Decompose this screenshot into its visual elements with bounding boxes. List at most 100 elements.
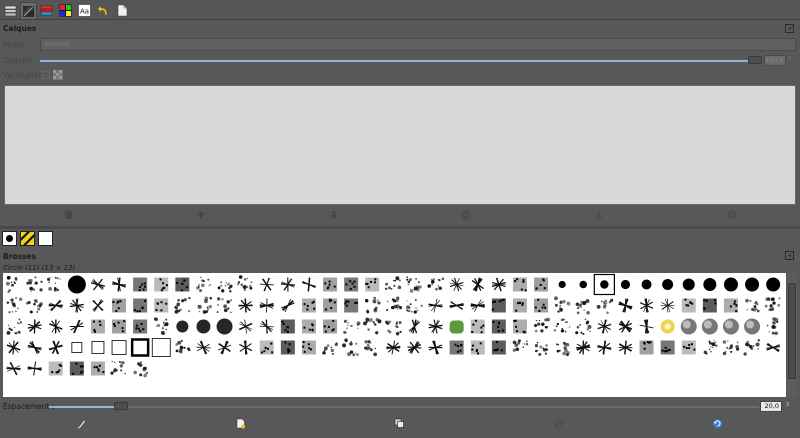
- brush-thumbnail[interactable]: [406, 299, 423, 314]
- duplicate-brush-icon[interactable]: [394, 418, 405, 429]
- brush-thumbnail[interactable]: [69, 298, 84, 313]
- brush-thumbnail[interactable]: [680, 318, 697, 335]
- brush-thumbnail[interactable]: [342, 319, 361, 334]
- edit-brush-icon[interactable]: [76, 418, 87, 429]
- brush-thumbnail[interactable]: [176, 320, 189, 333]
- brush-thumbnail[interactable]: [216, 297, 233, 314]
- brush-thumbnail[interactable]: [91, 341, 105, 354]
- brush-thumbnail[interactable]: [385, 320, 402, 336]
- brush-thumbnail[interactable]: [660, 319, 675, 334]
- brush-thumbnail[interactable]: [90, 319, 105, 334]
- brush-thumbnail[interactable]: [236, 275, 253, 292]
- brush-thumbnail[interactable]: [745, 298, 760, 313]
- brush-thumbnail[interactable]: [534, 341, 549, 357]
- brush-thumbnail[interactable]: [660, 298, 675, 313]
- brush-thumbnail[interactable]: [639, 340, 654, 355]
- brush-thumbnail[interactable]: [112, 298, 127, 313]
- brush-thumbnail[interactable]: [344, 277, 359, 292]
- opacity-slider[interactable]: [40, 60, 748, 62]
- brush-thumbnail[interactable]: [301, 298, 316, 313]
- brush-thumbnail[interactable]: [216, 318, 233, 335]
- brush-thumbnail[interactable]: [470, 319, 485, 334]
- brush-thumbnail[interactable]: [491, 340, 506, 355]
- brush-thumbnail[interactable]: [682, 278, 695, 291]
- brush-thumbnail[interactable]: [620, 279, 631, 290]
- brush-thumbnail[interactable]: [618, 298, 633, 313]
- brush-thumbnail[interactable]: [27, 361, 42, 376]
- brush-thumbnail[interactable]: [27, 319, 42, 334]
- brush-thumbnail[interactable]: [133, 361, 149, 378]
- brush-thumbnail[interactable]: [259, 340, 274, 355]
- lower-layer-icon[interactable]: [329, 210, 339, 220]
- brush-thumbnail[interactable]: [427, 277, 445, 291]
- brush-thumbnail[interactable]: [766, 277, 781, 292]
- brush-thumbnail[interactable]: [386, 296, 403, 312]
- brush-thumbnail[interactable]: [681, 340, 696, 355]
- brush-thumbnail[interactable]: [491, 277, 506, 292]
- tab-undo-history[interactable]: [95, 2, 112, 19]
- brush-thumbnail[interactable]: [365, 296, 381, 314]
- raise-layer-icon[interactable]: [196, 210, 206, 220]
- brush-thumbnail[interactable]: [239, 319, 253, 334]
- new-brush-icon[interactable]: [235, 418, 246, 429]
- brush-thumbnail[interactable]: [618, 320, 633, 333]
- brush-thumbnail[interactable]: [197, 296, 213, 314]
- brush-thumbnail[interactable]: [48, 319, 63, 334]
- brush-thumbnail[interactable]: [534, 277, 549, 292]
- brush-thumbnail[interactable]: [722, 340, 740, 356]
- brush-thumbnail[interactable]: [238, 298, 253, 313]
- brush-thumbnail[interactable]: [639, 298, 654, 313]
- brush-thumbnail[interactable]: [407, 340, 422, 355]
- brush-thumbnail[interactable]: [154, 298, 169, 313]
- brush-thumbnail[interactable]: [90, 361, 105, 376]
- brush-thumbnail[interactable]: [553, 318, 571, 333]
- brush-thumbnail[interactable]: [6, 361, 21, 376]
- brush-thumbnail[interactable]: [175, 277, 190, 292]
- brush-thumbnail[interactable]: [449, 340, 464, 355]
- brush-thumbnail[interactable]: [703, 340, 718, 355]
- brush-thumbnail[interactable]: [641, 279, 652, 290]
- brush-preview-swatch[interactable]: [2, 231, 17, 246]
- brush-thumbnail[interactable]: [27, 340, 42, 355]
- brush-thumbnail[interactable]: [217, 340, 232, 355]
- spacing-slider-handle[interactable]: [114, 402, 128, 410]
- brush-thumbnail[interactable]: [364, 339, 377, 357]
- tab-document[interactable]: [114, 2, 131, 19]
- brush-thumbnail[interactable]: [322, 342, 338, 356]
- brush-thumbnail[interactable]: [281, 298, 295, 313]
- brush-thumbnail[interactable]: [151, 338, 171, 357]
- brush-grid-scrollbar[interactable]: [787, 273, 797, 397]
- brush-thumbnail[interactable]: [534, 298, 549, 313]
- brush-thumbnail[interactable]: [154, 277, 169, 292]
- spacing-slider-fill[interactable]: [49, 406, 115, 408]
- brush-thumbnail[interactable]: [660, 340, 675, 355]
- brush-thumbnail[interactable]: [5, 275, 18, 294]
- mode-dropdown[interactable]: Normal: [40, 38, 796, 51]
- brush-thumbnail[interactable]: [723, 298, 738, 313]
- brush-thumbnail[interactable]: [384, 276, 402, 290]
- brush-thumbnail[interactable]: [175, 339, 191, 354]
- refresh-brushes-icon[interactable]: [712, 418, 723, 429]
- brush-thumbnail[interactable]: [344, 298, 359, 313]
- tab-fonts[interactable]: Aa: [76, 2, 93, 19]
- spacing-spin-arrows-icon[interactable]: ⇕: [785, 401, 793, 412]
- brush-thumbnail[interactable]: [576, 340, 591, 355]
- brush-thumbnail[interactable]: [597, 319, 612, 334]
- brush-thumbnail[interactable]: [301, 319, 316, 334]
- opacity-slider-handle[interactable]: [748, 56, 762, 64]
- brush-thumbnail[interactable]: [491, 319, 506, 334]
- opacity-spin-arrows-icon[interactable]: ⇕: [787, 55, 795, 66]
- brush-thumbnail[interactable]: [133, 277, 148, 292]
- brush-thumbnail[interactable]: [280, 277, 295, 292]
- brush-thumbnail[interactable]: [386, 340, 401, 355]
- brush-thumbnail[interactable]: [555, 341, 570, 357]
- duplicate-layer-icon[interactable]: [461, 210, 471, 220]
- pattern-preview-swatch[interactable]: [19, 230, 35, 246]
- brush-grid[interactable]: [3, 273, 786, 397]
- brush-thumbnail[interactable]: [722, 318, 739, 335]
- gradient-preview-swatch[interactable]: [38, 231, 53, 246]
- brush-thumbnail[interactable]: [512, 319, 527, 334]
- brush-thumbnail[interactable]: [48, 340, 63, 355]
- anchor-layer-icon[interactable]: [594, 210, 604, 220]
- brush-thumbnail[interactable]: [174, 296, 191, 314]
